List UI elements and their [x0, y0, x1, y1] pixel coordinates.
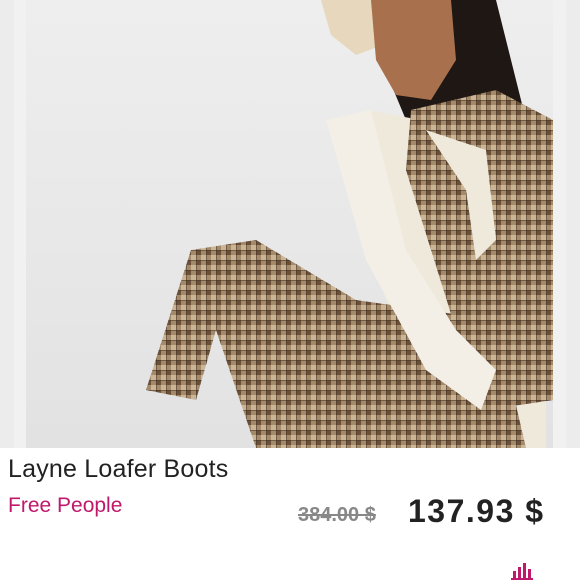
- product-card[interactable]: Layne Loafer Boots Free People 384.00 $ …: [0, 0, 580, 580]
- bar-chart-icon: [511, 563, 533, 580]
- price-history-button[interactable]: [507, 556, 537, 580]
- original-price: 384.00 $: [298, 504, 376, 526]
- image-gutter-left: [0, 0, 14, 448]
- product-photo-illustration: [146, 0, 553, 448]
- product-photo[interactable]: [26, 0, 553, 448]
- product-brand[interactable]: Free People: [8, 494, 122, 518]
- product-image-area[interactable]: [0, 0, 580, 448]
- sale-price: 137.93 $: [408, 493, 545, 529]
- image-gutter-right: [566, 0, 580, 448]
- product-title[interactable]: Layne Loafer Boots: [8, 455, 228, 484]
